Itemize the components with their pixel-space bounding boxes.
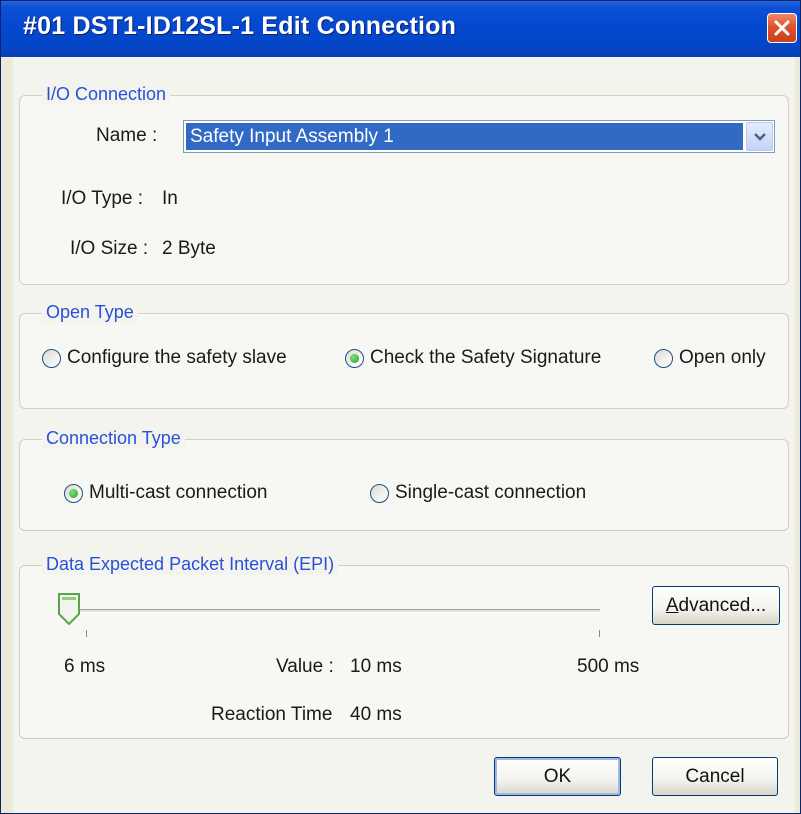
advanced-label: dvanced... [678,594,767,616]
radio-label: Check the Safety Signature [370,347,602,368]
epi-legend: Data Expected Packet Interval (EPI) [42,554,339,575]
ok-button[interactable]: OK [494,757,621,796]
radio-label: Multi-cast connection [89,482,268,503]
window-title: #01 DST1-ID12SL-1 Edit Connection [23,12,457,40]
advanced-mnemonic: A [665,594,679,616]
radio-button-icon [42,348,61,368]
advanced-button[interactable]: Advanced... [652,586,780,625]
epi-slider-thumb[interactable] [56,592,82,626]
open-type-legend: Open Type [42,302,138,323]
epi-max-tick [599,630,600,637]
epi-min-label: 6 ms [64,656,106,677]
epi-value: 10 ms [350,656,402,677]
title-bar[interactable]: #01 DST1-ID12SL-1 Edit Connection [1,1,800,57]
reaction-time-label: Reaction Time [211,704,333,725]
radio-single-cast[interactable]: Single-cast connection [370,482,586,504]
io-size-label: I/O Size : [70,238,149,259]
radio-button-icon [370,483,389,503]
close-button[interactable] [767,13,797,43]
open-type-group: Open Type Configure the safety slave Che… [19,302,789,409]
dialog-body: I/O Connection Name : Safety Input Assem… [13,57,795,813]
radio-check-safety-signature[interactable]: Check the Safety Signature [345,347,601,369]
io-type-value: In [162,188,178,209]
io-size-value: 2 Byte [162,238,216,259]
radio-label: Single-cast connection [395,482,587,503]
radio-multi-cast[interactable]: Multi-cast connection [64,482,267,504]
radio-label: Open only [679,347,766,368]
epi-value-label: Value : [276,656,334,677]
radio-configure-safety-slave[interactable]: Configure the safety slave [42,347,287,369]
radio-button-icon [654,348,673,368]
slider-thumb-icon [58,593,80,626]
name-select-dropdown[interactable] [746,122,773,151]
edit-connection-dialog: #01 DST1-ID12SL-1 Edit Connection I/O Co… [0,0,801,814]
epi-max-label: 500 ms [577,656,640,677]
name-label: Name : [96,125,158,146]
reaction-time-value: 40 ms [350,704,402,725]
io-connection-group: I/O Connection Name : Safety Input Assem… [19,84,789,285]
connection-type-legend: Connection Type [42,428,185,449]
name-select-value: Safety Input Assembly 1 [186,123,743,150]
io-connection-legend: I/O Connection [42,84,171,105]
io-type-label: I/O Type : [61,188,144,209]
epi-group: Data Expected Packet Interval (EPI) 6 ms… [19,554,789,739]
connection-type-group: Connection Type Multi-cast connection Si… [19,428,789,531]
cancel-button[interactable]: Cancel [652,757,778,796]
close-icon [774,20,790,36]
name-select[interactable]: Safety Input Assembly 1 [183,120,775,153]
epi-min-tick [86,630,87,637]
radio-button-selected-icon [345,348,364,368]
chevron-down-icon [753,132,766,141]
radio-label: Configure the safety slave [67,347,287,368]
radio-open-only[interactable]: Open only [654,347,766,369]
radio-button-selected-icon [64,483,83,503]
epi-slider-track[interactable] [68,609,600,613]
